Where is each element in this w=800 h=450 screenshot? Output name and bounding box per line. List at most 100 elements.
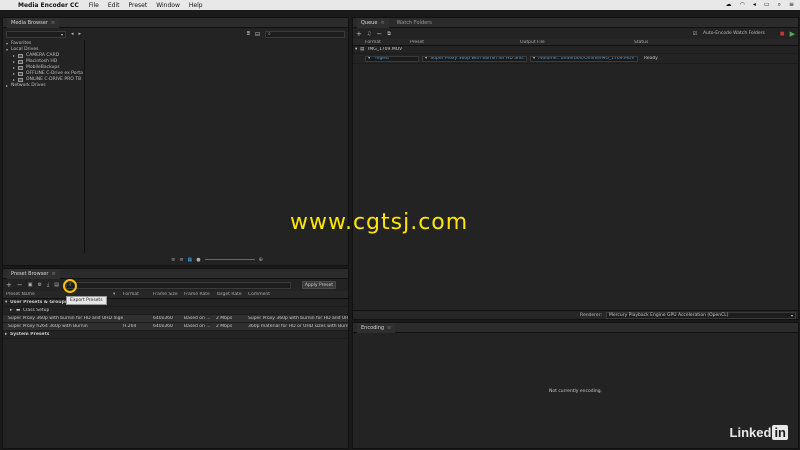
queue-output-row[interactable]: ▾ Ingest ▾ Super Proxy 360p with burnin … — [353, 54, 798, 64]
preset-cell-name: Super Proxy 360p with burnin for HD and … — [8, 316, 123, 321]
lock-icon[interactable]: ≡ — [171, 257, 175, 263]
media-browser-tab-bar: Media Browser ≡ — [3, 17, 348, 28]
search-icon: ⌕ — [268, 31, 271, 37]
apply-preset-button[interactable]: Apply Preset — [301, 281, 336, 289]
col-preset[interactable]: Preset — [410, 40, 520, 45]
preset-dropdown[interactable]: ▾ Super Proxy 360p with burnin for HD an… — [422, 55, 527, 62]
view-options-icon[interactable]: ⊟ — [255, 31, 260, 38]
col-format[interactable]: Format — [353, 40, 410, 45]
close-icon[interactable]: ≡ — [380, 20, 384, 26]
expand-arrow-icon[interactable]: ▾ — [353, 47, 360, 52]
drive-icon — [18, 78, 23, 82]
tab-media-browser[interactable]: Media Browser ≡ — [7, 17, 60, 28]
output-file-field[interactable]: ▾ /Volume...underbolt/Online/IMG_1709.MO… — [530, 55, 638, 62]
preset-browser-panel: Preset Browser ≡ + − ▣ ⚙ ⤓ ▤ ⌕ Apply Pres… — [2, 268, 349, 449]
subgroup-class-setup[interactable]: ▸ ▬ Class Setup — [3, 307, 348, 315]
auto-encode-checkbox[interactable]: ☑ — [693, 31, 697, 37]
menu-window[interactable]: Window — [156, 2, 180, 9]
preset-browser-tab-bar: Preset Browser ≡ — [3, 268, 348, 279]
preset-cell-frame-rate: Based on ... — [184, 324, 211, 329]
tab-watch-folders[interactable]: Watch Folders — [393, 18, 436, 28]
preset-cell-comment: Super Proxy 360p with burnin for HD and … — [248, 316, 348, 321]
menu-bar: Media Encoder CC File Edit Preset Window… — [0, 0, 800, 10]
new-group-icon[interactable]: ▣ — [28, 282, 33, 288]
tab-queue[interactable]: Queue ≡ — [357, 17, 389, 28]
col-comment[interactable]: Comment — [248, 292, 348, 297]
zoom-slider-icon[interactable]: ● — [196, 257, 200, 263]
encoding-tab-bar: Encoding ≡ — [353, 322, 798, 333]
volume-icon[interactable]: ◂ — [753, 1, 756, 9]
dropdown-arrow-icon: ▾ — [425, 56, 428, 61]
queue-source-item[interactable]: ▾ ▤ IMG_1709.MOV — [353, 46, 798, 54]
preset-cell-comment: 360p material for HD or UHD sizes with B… — [248, 324, 348, 329]
media-browser-footer: ≡ ≡ ▦ ● ⊕ — [86, 256, 348, 263]
menu-list-icon[interactable]: ≡ — [789, 1, 794, 9]
back-icon[interactable]: ◂ — [71, 31, 74, 37]
start-queue-icon[interactable]: ▶ — [790, 30, 795, 38]
list-view-icon[interactable]: ≡ — [179, 257, 183, 263]
queue-table-header: Format Preset Output File Status — [353, 39, 798, 46]
import-presets-icon[interactable]: ⤓ — [47, 282, 49, 288]
remove-preset-icon[interactable]: − — [17, 281, 23, 289]
zoom-slider[interactable] — [204, 259, 255, 260]
close-icon[interactable]: ≡ — [387, 325, 391, 331]
renderer-bar: Renderer: Mercury Playback Engine GPU Ac… — [353, 310, 798, 319]
tree-section[interactable]: ▸ Network Drives — [6, 83, 84, 89]
battery-icon[interactable]: ▭ — [764, 1, 770, 9]
col-status[interactable]: Status — [634, 40, 798, 45]
format-dropdown[interactable]: ▾ Ingest — [365, 55, 419, 62]
auto-encode-label: Auto-Encode Watch Folders — [703, 31, 765, 36]
group-user-presets[interactable]: ▾ User Presets & Groups — [3, 299, 348, 307]
wifi-icon[interactable]: ◠ — [740, 1, 745, 9]
app-menu[interactable]: Media Encoder CC — [18, 2, 79, 9]
encoding-status: Not currently encoding. — [549, 389, 602, 394]
preset-row[interactable]: Super Proxy h264 360p with Burnin H.264 64… — [3, 323, 348, 331]
preset-table-header: Preset Name ▾ Format Frame Size Frame Ra… — [3, 291, 348, 299]
remove-icon[interactable]: − — [376, 30, 382, 38]
menu-preset[interactable]: Preset — [128, 2, 147, 9]
preset-row[interactable]: Super Proxy 360p with burnin for HD and … — [3, 315, 348, 323]
add-source-icon[interactable]: + — [356, 30, 362, 38]
search-icon[interactable]: ⌕ — [778, 1, 781, 9]
media-browser-toolbar: ▾ ◂ ▸ ⩩ ⊟ ⌕ — [3, 28, 348, 40]
col-frame-rate[interactable]: Frame Rate — [184, 292, 216, 297]
location-dropdown[interactable]: ▾ — [6, 30, 66, 38]
group-system-presets[interactable]: ▸ System Presets — [3, 331, 348, 339]
drive-icon — [18, 72, 23, 76]
close-icon[interactable]: ≡ — [51, 20, 55, 26]
add-preset-icon[interactable]: + — [6, 281, 12, 289]
search-input[interactable]: ⌕ — [265, 30, 345, 38]
preset-cell-frame-size: 640x360 — [153, 324, 173, 329]
status-text: Ready — [644, 56, 658, 61]
tab-preset-browser[interactable]: Preset Browser ≡ — [7, 268, 60, 279]
menu-file[interactable]: File — [89, 2, 99, 9]
zoom-in-icon[interactable]: ⊕ — [259, 257, 263, 263]
col-output-file[interactable]: Output File — [520, 40, 634, 45]
export-presets-icon[interactable]: ▤ — [54, 282, 59, 288]
tab-encoding[interactable]: Encoding ≡ — [357, 322, 396, 333]
forward-icon[interactable]: ▸ — [79, 31, 82, 37]
cloud-icon[interactable]: ☁ — [726, 1, 732, 9]
video-file-icon: ▤ — [360, 47, 365, 52]
dropdown-arrow-icon: ▾ — [533, 56, 536, 61]
col-format[interactable]: Format — [123, 292, 153, 297]
renderer-dropdown[interactable]: Mercury Playback Engine GPU Acceleration… — [606, 311, 796, 319]
preset-cell-format: H.264 — [123, 324, 137, 329]
duplicate-icon[interactable]: ⧉ — [387, 31, 391, 37]
col-frame-size[interactable]: Frame Size — [153, 292, 184, 297]
preset-search-input[interactable]: ⌕ — [65, 281, 291, 289]
add-output-icon[interactable]: ♫ — [367, 31, 371, 37]
thumbnail-view-icon[interactable]: ▦ — [188, 257, 193, 263]
settings-icon[interactable]: ⚙ — [37, 282, 41, 288]
menu-edit[interactable]: Edit — [108, 2, 120, 9]
close-icon[interactable]: ≡ — [51, 271, 55, 277]
menubar-status-icons: ☁ ◠ ◂ ▭ ⌕ ≡ — [726, 1, 794, 9]
preset-cell-target-rate: 2 Mbps — [216, 324, 233, 329]
filter-icon[interactable]: ⩩ — [247, 30, 250, 38]
menu-help[interactable]: Help — [189, 2, 203, 9]
stop-icon[interactable]: ■ — [780, 31, 785, 37]
preset-cell-frame-rate: Based on ... — [184, 316, 211, 321]
col-target-rate[interactable]: Target Rate — [216, 292, 248, 297]
preset-cell-frame-size: 640x360 — [153, 316, 173, 321]
sort-arrow-icon: ▾ — [113, 292, 116, 297]
